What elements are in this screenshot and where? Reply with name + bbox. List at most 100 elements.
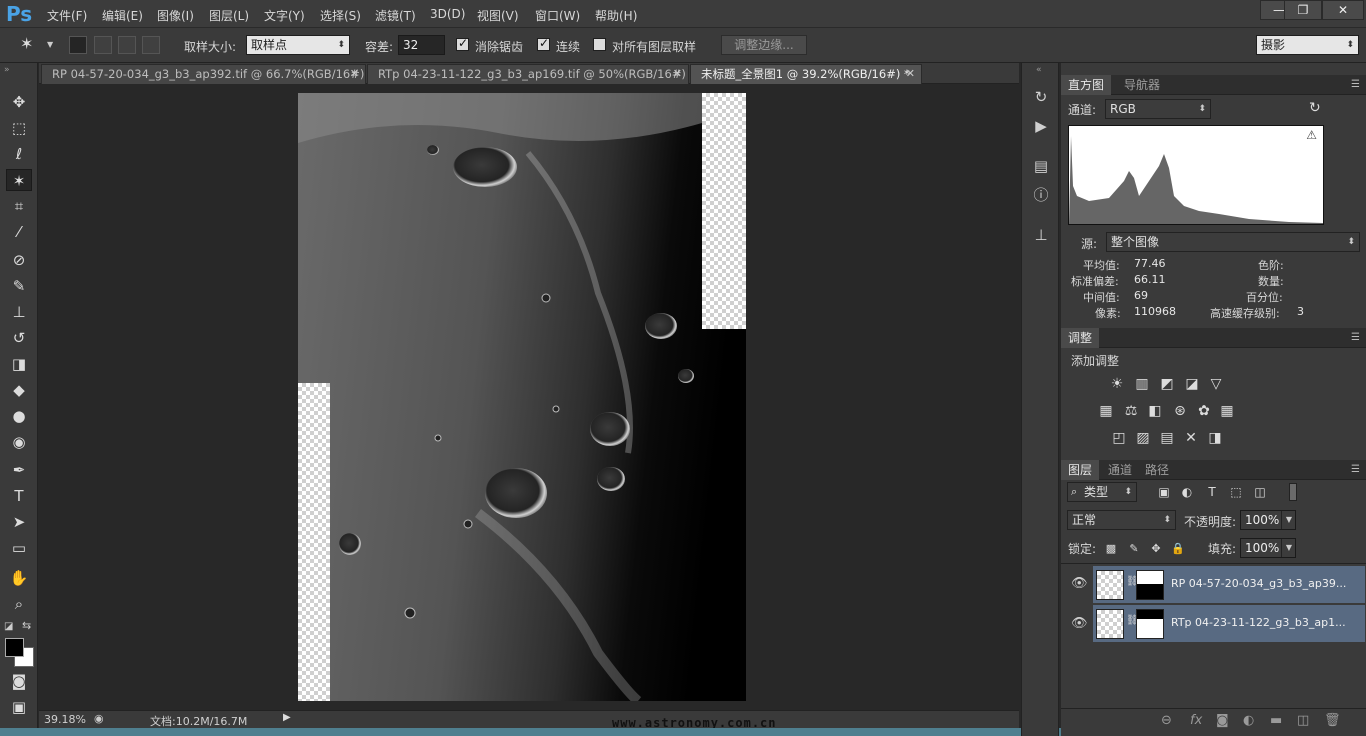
lock-transparency-icon[interactable]: ▩ [1102,541,1120,557]
menu-3d[interactable]: 3D(D) [430,7,465,21]
shape-filter-icon[interactable]: ⬚ [1227,484,1245,500]
canvas-area[interactable] [39,84,1019,710]
layer-mask-thumbnail[interactable] [1136,570,1164,600]
panel-menu-icon[interactable]: ☰ [1351,332,1360,343]
hand-tool-icon[interactable]: ✋ [6,567,32,589]
pixel-filter-icon[interactable]: ▣ [1155,484,1173,500]
tab-navigator[interactable]: 导航器 [1117,75,1167,95]
sample-size-select[interactable]: 取样点 ⬍ [246,35,350,55]
collapse-icon[interactable]: » [4,65,10,75]
blur-tool-icon[interactable]: ● [6,405,32,427]
exposure-icon[interactable]: ◪ [1183,376,1201,392]
paint-bucket-icon[interactable]: ◆ [6,379,32,401]
source-select[interactable]: 整个图像 ⬍ [1106,232,1360,252]
lock-position-icon[interactable]: ✥ [1147,541,1165,557]
visibility-eye-icon[interactable]: 👁 [1071,616,1088,631]
foreground-color-swatch[interactable] [5,638,24,657]
filter-toggle[interactable] [1289,483,1297,501]
tab-document-2[interactable]: RTp 04-23-11-122_g3_b3_ap169.tif @ 50%(R… [367,64,689,84]
lock-all-icon[interactable]: 🔒 [1169,541,1187,557]
quick-mask-icon[interactable]: ◙ [6,670,32,692]
eraser-tool-icon[interactable]: ◨ [6,353,32,375]
fx-icon[interactable]: fx [1190,713,1202,728]
adjustment-filter-icon[interactable]: ◐ [1178,484,1196,500]
layer-name[interactable]: RP 04-57-20-034_g3_b3_ap39... [1171,577,1346,590]
chevron-down-icon[interactable]: ▼ [1280,511,1292,529]
vibrance-icon[interactable]: ▽ [1207,376,1225,392]
new-layer-icon[interactable]: ◫ [1297,713,1309,728]
zoom-level[interactable]: 39.18% [44,713,86,726]
tab-histogram[interactable]: 直方图 [1061,75,1112,95]
default-colors-icon[interactable]: ◪ [4,621,13,632]
all-layers-checkbox[interactable] [593,38,606,51]
zoom-tool-icon[interactable]: ⌕ [6,593,32,615]
screen-mode-icon[interactable]: ▣ [6,696,32,718]
dodge-tool-icon[interactable]: ◉ [6,431,32,453]
opacity-input[interactable]: 100% ▼ [1240,510,1296,530]
properties-icon[interactable]: ▤ [1031,156,1051,176]
color-balance-icon[interactable]: ⚖ [1122,403,1140,419]
menu-help[interactable]: 帮助(H) [595,7,637,24]
antialias-checkbox[interactable] [456,36,469,51]
type-filter-icon[interactable]: T [1203,484,1221,500]
selective-color-icon[interactable]: ✕ [1182,430,1200,446]
tab-channels[interactable]: 通道 [1101,460,1139,480]
channel-select[interactable]: RGB ⬍ [1105,99,1211,119]
menu-view[interactable]: 视图(V) [477,7,519,24]
path-selection-icon[interactable]: ➤ [6,511,32,533]
status-arrow-icon[interactable]: ▶ [283,712,291,723]
curves-icon[interactable]: ◩ [1158,376,1176,392]
tab-document-3[interactable]: 未标题_全景图1 @ 39.2%(RGB/16#) * ✕ [690,64,922,84]
levels-icon[interactable]: ▥ [1133,376,1151,392]
pen-tool-icon[interactable]: ✒ [6,459,32,481]
move-tool-icon[interactable]: ✥ [6,91,32,113]
close-icon[interactable]: ✕ [350,65,359,83]
close-button[interactable]: ✕ [1322,0,1364,20]
menu-layer[interactable]: 图层(L) [209,7,249,24]
new-adjustment-layer-icon[interactable]: ◐ [1243,713,1254,728]
lasso-tool-icon[interactable]: ℓ [6,143,32,165]
intersect-selection-icon[interactable] [142,36,160,54]
tab-adjustments[interactable]: 调整 [1061,328,1100,348]
tab-document-1[interactable]: RP 04-57-20-034_g3_b3_ap392.tif @ 66.7%(… [41,64,366,84]
lock-pixels-icon[interactable]: ✎ [1125,541,1143,557]
magic-wand-tool-icon[interactable]: ✶ [20,34,33,53]
restore-button[interactable]: ❐ [1284,0,1322,20]
channel-mixer-icon[interactable]: ✿ [1195,403,1213,419]
menu-image[interactable]: 图像(I) [157,7,194,24]
rectangle-tool-icon[interactable]: ▭ [6,537,32,559]
blend-mode-select[interactable]: 正常 ⬍ [1067,510,1176,530]
add-mask-icon[interactable]: ◙ [1216,713,1229,728]
type-tool-icon[interactable]: T [6,485,32,507]
invert-icon[interactable]: ◰ [1110,430,1128,446]
menu-select[interactable]: 选择(S) [320,7,361,24]
panel-menu-icon[interactable]: ☰ [1351,464,1360,475]
visibility-eye-icon[interactable]: 👁 [1071,576,1088,591]
status-menu-icon[interactable]: ◉ [94,712,104,725]
posterize-icon[interactable]: ▨ [1134,430,1152,446]
menu-filter[interactable]: 滤镜(T) [375,7,416,24]
layer-filter-select[interactable]: ⌕ 类型 ⬍ [1067,482,1137,502]
document-canvas[interactable] [298,93,746,701]
menu-type[interactable]: 文字(Y) [264,7,305,24]
smart-object-filter-icon[interactable]: ◫ [1251,484,1269,500]
layer-mask-thumbnail[interactable] [1136,609,1164,639]
workspace-select[interactable]: 摄影 ⬍ [1256,35,1359,55]
collapse-icon[interactable]: « [1036,65,1042,75]
close-icon[interactable]: ✕ [906,65,915,83]
close-icon[interactable]: ✕ [673,65,682,83]
layer-row[interactable]: ⛓ RTp 04-23-11-122_g3_b3_ap1... [1093,605,1365,643]
threshold-icon[interactable]: ▤ [1158,430,1176,446]
menu-edit[interactable]: 编辑(E) [102,7,143,24]
new-selection-icon[interactable] [69,36,87,54]
clone-stamp-icon[interactable]: ⊥ [6,301,32,323]
tool-preset-chevron-icon[interactable]: ▼ [47,40,53,49]
clone-source-icon[interactable]: ⊥ [1031,225,1051,245]
history-brush-icon[interactable]: ↺ [6,327,32,349]
marquee-tool-icon[interactable]: ⬚ [6,117,32,139]
menu-window[interactable]: 窗口(W) [535,7,580,24]
magic-wand-tool-icon[interactable]: ✶ [6,169,32,191]
chevron-down-icon[interactable]: ▼ [1280,539,1292,557]
cache-warning-icon[interactable]: ⚠ [1306,128,1317,142]
link-layers-icon[interactable]: ⊖ [1161,713,1172,728]
